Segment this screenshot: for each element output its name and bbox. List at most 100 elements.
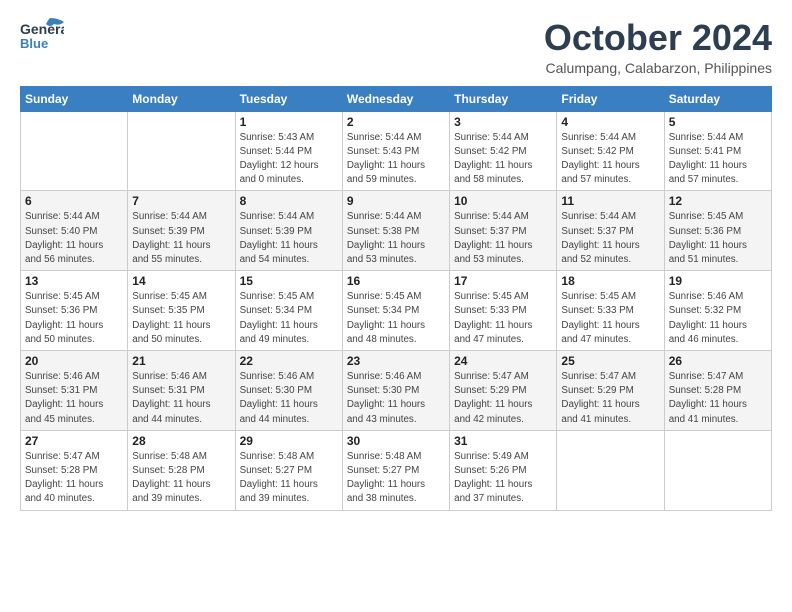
calendar-cell: 7Sunrise: 5:44 AM Sunset: 5:39 PM Daylig…: [128, 191, 235, 271]
logo-block: General Blue: [20, 18, 64, 54]
day-number: 9: [347, 194, 445, 208]
calendar-cell: 10 Sunrise: 5:44 AM Sunset: 5:37 PM Dayli…: [450, 191, 557, 271]
calendar-cell: 14 Sunrise: 5:45 AM Sunset: 5:35 PM Dayli…: [128, 271, 235, 351]
calendar-cell: 31 Sunrise: 5:49 AM Sunset: 5:26 PM Dayli…: [450, 430, 557, 510]
calendar-body: 1 Sunrise: 5:43 AM Sunset: 5:44 PM Daylig…: [21, 111, 772, 510]
calendar-cell: 21Sunrise: 5:46 AM Sunset: 5:31 PM Dayli…: [128, 351, 235, 431]
calendar-week-row: 13Sunrise: 5:45 AM Sunset: 5:36 PM Dayli…: [21, 271, 772, 351]
calendar-cell: 15Sunrise: 5:45 AM Sunset: 5:34 PM Dayli…: [235, 271, 342, 351]
calendar-cell: 5 Sunrise: 5:44 AM Sunset: 5:41 PM Daylig…: [664, 111, 771, 191]
day-number: 10: [454, 194, 552, 208]
day-number: 13: [25, 274, 123, 288]
page: General Blue October 2024 Calumpang, Cal…: [0, 0, 792, 521]
day-info: Sunrise: 5:47 AM Sunset: 5:28 PM Dayligh…: [669, 370, 767, 427]
day-number: 21: [132, 354, 230, 368]
weekday-header-monday: Monday: [128, 86, 235, 111]
day-info: Sunrise: 5:48 AM Sunset: 5:28 PM Dayligh…: [132, 450, 230, 507]
day-number: 1: [240, 115, 338, 129]
day-info: Sunrise: 5:44 AM Sunset: 5:43 PM Dayligh…: [347, 131, 445, 188]
calendar-cell: 22 Sunrise: 5:46 AM Sunset: 5:30 PM Dayli…: [235, 351, 342, 431]
calendar-cell: 30Sunrise: 5:48 AM Sunset: 5:27 PM Dayli…: [342, 430, 449, 510]
month-title: October 2024: [544, 18, 772, 58]
day-number: 22: [240, 354, 338, 368]
weekday-header-thursday: Thursday: [450, 86, 557, 111]
day-info: Sunrise: 5:47 AM Sunset: 5:29 PM Dayligh…: [561, 370, 659, 427]
day-info: Sunrise: 5:45 AM Sunset: 5:33 PM Dayligh…: [454, 290, 552, 347]
calendar-cell: 28 Sunrise: 5:48 AM Sunset: 5:28 PM Dayli…: [128, 430, 235, 510]
day-number: 30: [347, 434, 445, 448]
calendar-week-row: 1 Sunrise: 5:43 AM Sunset: 5:44 PM Daylig…: [21, 111, 772, 191]
calendar-cell: 12Sunrise: 5:45 AM Sunset: 5:36 PM Dayli…: [664, 191, 771, 271]
calendar-cell: 18 Sunrise: 5:45 AM Sunset: 5:33 PM Dayli…: [557, 271, 664, 351]
day-info: Sunrise: 5:44 AM Sunset: 5:41 PM Dayligh…: [669, 131, 767, 188]
day-info: Sunrise: 5:44 AM Sunset: 5:37 PM Dayligh…: [561, 210, 659, 267]
day-number: 23: [347, 354, 445, 368]
day-info: Sunrise: 5:46 AM Sunset: 5:32 PM Dayligh…: [669, 290, 767, 347]
weekday-header-saturday: Saturday: [664, 86, 771, 111]
calendar-cell: 1 Sunrise: 5:43 AM Sunset: 5:44 PM Daylig…: [235, 111, 342, 191]
calendar-cell: [128, 111, 235, 191]
calendar-cell: 26Sunrise: 5:47 AM Sunset: 5:28 PM Dayli…: [664, 351, 771, 431]
day-number: 29: [240, 434, 338, 448]
day-number: 6: [25, 194, 123, 208]
weekday-header-wednesday: Wednesday: [342, 86, 449, 111]
day-info: Sunrise: 5:45 AM Sunset: 5:35 PM Dayligh…: [132, 290, 230, 347]
calendar-cell: 17 Sunrise: 5:45 AM Sunset: 5:33 PM Dayli…: [450, 271, 557, 351]
day-info: Sunrise: 5:46 AM Sunset: 5:31 PM Dayligh…: [25, 370, 123, 427]
day-number: 2: [347, 115, 445, 129]
day-number: 7: [132, 194, 230, 208]
calendar-cell: 4 Sunrise: 5:44 AM Sunset: 5:42 PM Daylig…: [557, 111, 664, 191]
day-number: 17: [454, 274, 552, 288]
calendar-cell: 2 Sunrise: 5:44 AM Sunset: 5:43 PM Daylig…: [342, 111, 449, 191]
day-number: 24: [454, 354, 552, 368]
day-info: Sunrise: 5:45 AM Sunset: 5:33 PM Dayligh…: [561, 290, 659, 347]
day-info: Sunrise: 5:49 AM Sunset: 5:26 PM Dayligh…: [454, 450, 552, 507]
day-number: 12: [669, 194, 767, 208]
title-block: October 2024 Calumpang, Calabarzon, Phil…: [544, 18, 772, 76]
day-info: Sunrise: 5:44 AM Sunset: 5:42 PM Dayligh…: [561, 131, 659, 188]
day-info: Sunrise: 5:44 AM Sunset: 5:42 PM Dayligh…: [454, 131, 552, 188]
day-number: 28: [132, 434, 230, 448]
calendar-cell: 27Sunrise: 5:47 AM Sunset: 5:28 PM Dayli…: [21, 430, 128, 510]
header: General Blue October 2024 Calumpang, Cal…: [20, 18, 772, 76]
calendar-cell: 11 Sunrise: 5:44 AM Sunset: 5:37 PM Dayli…: [557, 191, 664, 271]
day-number: 16: [347, 274, 445, 288]
day-number: 11: [561, 194, 659, 208]
day-info: Sunrise: 5:45 AM Sunset: 5:34 PM Dayligh…: [240, 290, 338, 347]
calendar-cell: 20Sunrise: 5:46 AM Sunset: 5:31 PM Dayli…: [21, 351, 128, 431]
day-info: Sunrise: 5:43 AM Sunset: 5:44 PM Dayligh…: [240, 131, 338, 188]
calendar-cell: 29Sunrise: 5:48 AM Sunset: 5:27 PM Dayli…: [235, 430, 342, 510]
calendar-cell: 25 Sunrise: 5:47 AM Sunset: 5:29 PM Dayli…: [557, 351, 664, 431]
calendar-cell: 13Sunrise: 5:45 AM Sunset: 5:36 PM Dayli…: [21, 271, 128, 351]
day-number: 8: [240, 194, 338, 208]
calendar-cell: 16Sunrise: 5:45 AM Sunset: 5:34 PM Dayli…: [342, 271, 449, 351]
calendar-cell: [557, 430, 664, 510]
calendar-week-row: 27Sunrise: 5:47 AM Sunset: 5:28 PM Dayli…: [21, 430, 772, 510]
day-number: 19: [669, 274, 767, 288]
calendar-cell: [664, 430, 771, 510]
logo-icon: General Blue: [20, 18, 64, 54]
calendar-cell: 9 Sunrise: 5:44 AM Sunset: 5:38 PM Daylig…: [342, 191, 449, 271]
calendar-cell: [21, 111, 128, 191]
day-number: 31: [454, 434, 552, 448]
calendar-cell: 3 Sunrise: 5:44 AM Sunset: 5:42 PM Daylig…: [450, 111, 557, 191]
calendar-cell: 19 Sunrise: 5:46 AM Sunset: 5:32 PM Dayli…: [664, 271, 771, 351]
day-number: 14: [132, 274, 230, 288]
day-number: 18: [561, 274, 659, 288]
calendar-week-row: 6 Sunrise: 5:44 AM Sunset: 5:40 PM Daylig…: [21, 191, 772, 271]
day-info: Sunrise: 5:44 AM Sunset: 5:37 PM Dayligh…: [454, 210, 552, 267]
day-info: Sunrise: 5:44 AM Sunset: 5:40 PM Dayligh…: [25, 210, 123, 267]
day-info: Sunrise: 5:46 AM Sunset: 5:30 PM Dayligh…: [347, 370, 445, 427]
day-number: 5: [669, 115, 767, 129]
calendar-table: SundayMondayTuesdayWednesdayThursdayFrid…: [20, 86, 772, 511]
day-number: 3: [454, 115, 552, 129]
day-number: 27: [25, 434, 123, 448]
day-number: 25: [561, 354, 659, 368]
day-info: Sunrise: 5:44 AM Sunset: 5:38 PM Dayligh…: [347, 210, 445, 267]
day-info: Sunrise: 5:47 AM Sunset: 5:29 PM Dayligh…: [454, 370, 552, 427]
calendar-cell: 24 Sunrise: 5:47 AM Sunset: 5:29 PM Dayli…: [450, 351, 557, 431]
svg-text:Blue: Blue: [20, 36, 48, 51]
day-number: 4: [561, 115, 659, 129]
weekday-header-tuesday: Tuesday: [235, 86, 342, 111]
day-info: Sunrise: 5:46 AM Sunset: 5:30 PM Dayligh…: [240, 370, 338, 427]
